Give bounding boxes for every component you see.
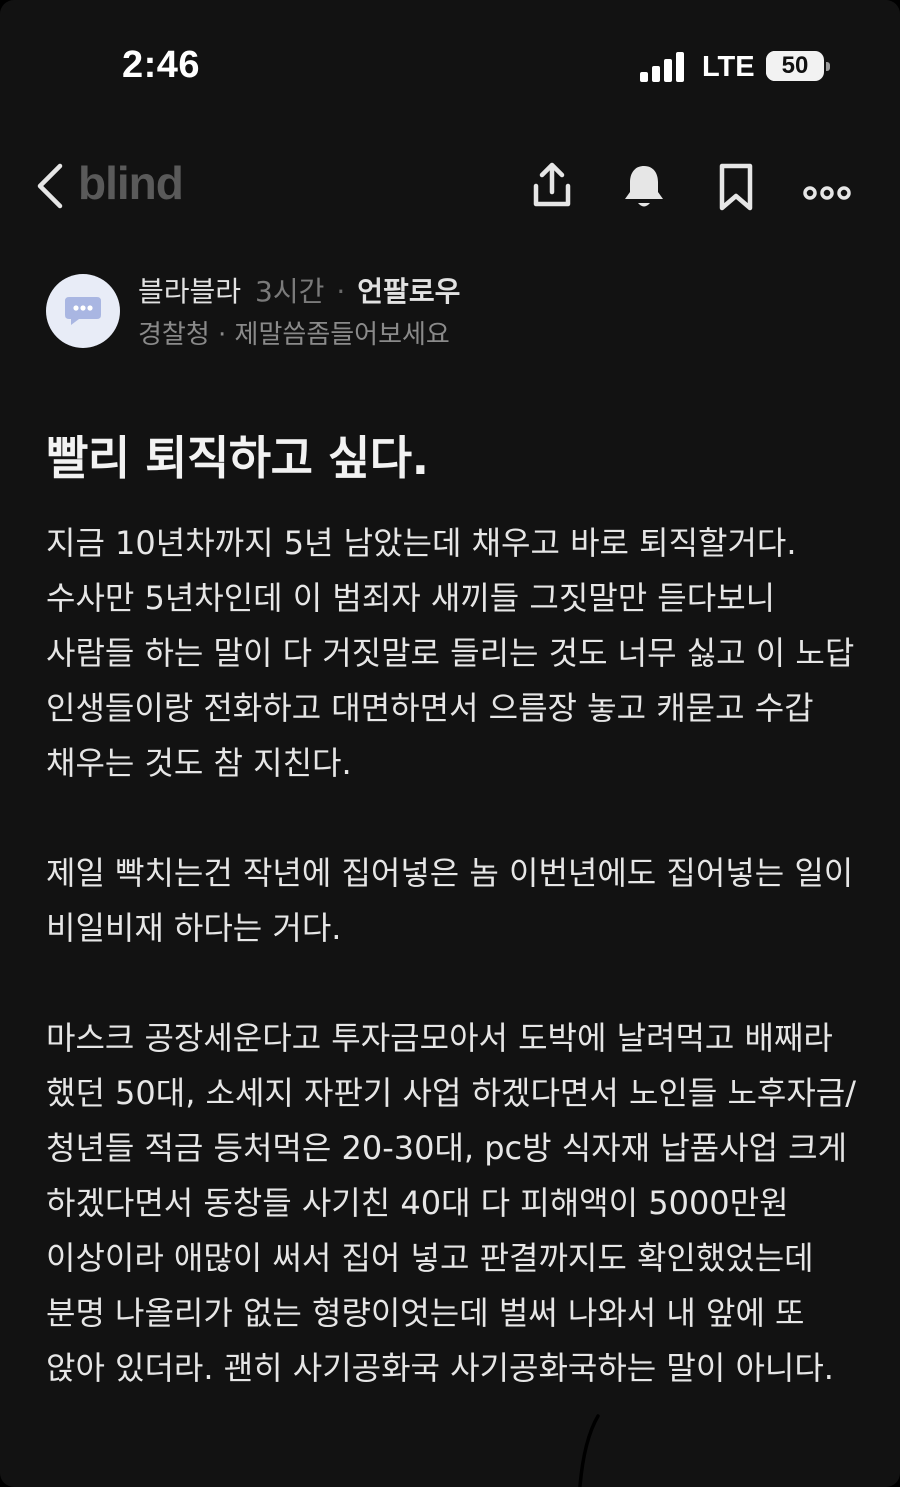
author-org: 경찰청 · 제말씀좀들어보세요: [138, 320, 450, 350]
post-paragraph: 제일 빡치는건 작년에 집어넣은 놈 이번년에도 집어넣는 일이 비일비재 하다…: [46, 854, 854, 947]
status-time: 2:46: [122, 44, 201, 86]
battery-icon: 50: [766, 51, 824, 81]
post-paragraph: 지금 10년차까지 5년 남았는데 채우고 바로 퇴직할거다. 수사만 5년차인…: [46, 524, 855, 782]
post-paragraph: 마스크 공장세운다고 투자금모아서 도박에 날려먹고 배째라 했던 50대, 소…: [46, 1019, 856, 1387]
handwritten-stroke: [560, 1410, 620, 1487]
author-nickname[interactable]: 블라블라: [138, 275, 241, 308]
battery-percent: 50: [781, 52, 809, 79]
app-screen: 2:46 LTE 50 blind 블라블라 3시간 · 언팔로우 경찰청 · …: [0, 0, 900, 1487]
avatar[interactable]: [46, 274, 120, 348]
back-chevron-icon[interactable]: [30, 158, 70, 214]
unfollow-button[interactable]: 언팔로우: [357, 275, 460, 308]
post-time: 3시간: [255, 275, 325, 308]
bookmark-icon[interactable]: [708, 158, 764, 214]
post-title: 빨리 퇴직하고 싶다.: [46, 431, 429, 485]
status-bar: 2:46 LTE 50: [0, 0, 900, 130]
chat-bubble-icon: [65, 297, 101, 325]
bell-icon[interactable]: [616, 158, 672, 214]
separator-dot: ·: [336, 275, 346, 308]
post-body: 지금 10년차까지 5년 남았는데 채우고 바로 퇴직할거다. 수사만 5년차인…: [46, 516, 856, 1396]
battery-tip: [826, 62, 830, 71]
author-info: 블라블라 3시간 · 언팔로우 경찰청 · 제말씀좀들어보세요: [46, 270, 854, 350]
more-icon[interactable]: [800, 158, 856, 214]
cellular-signal-icon: [640, 52, 686, 82]
share-icon[interactable]: [524, 158, 580, 214]
network-type: LTE: [702, 51, 755, 83]
top-nav: blind: [0, 150, 900, 225]
author-line: 블라블라 3시간 · 언팔로우: [138, 270, 460, 310]
brand-logo[interactable]: blind: [78, 156, 184, 210]
